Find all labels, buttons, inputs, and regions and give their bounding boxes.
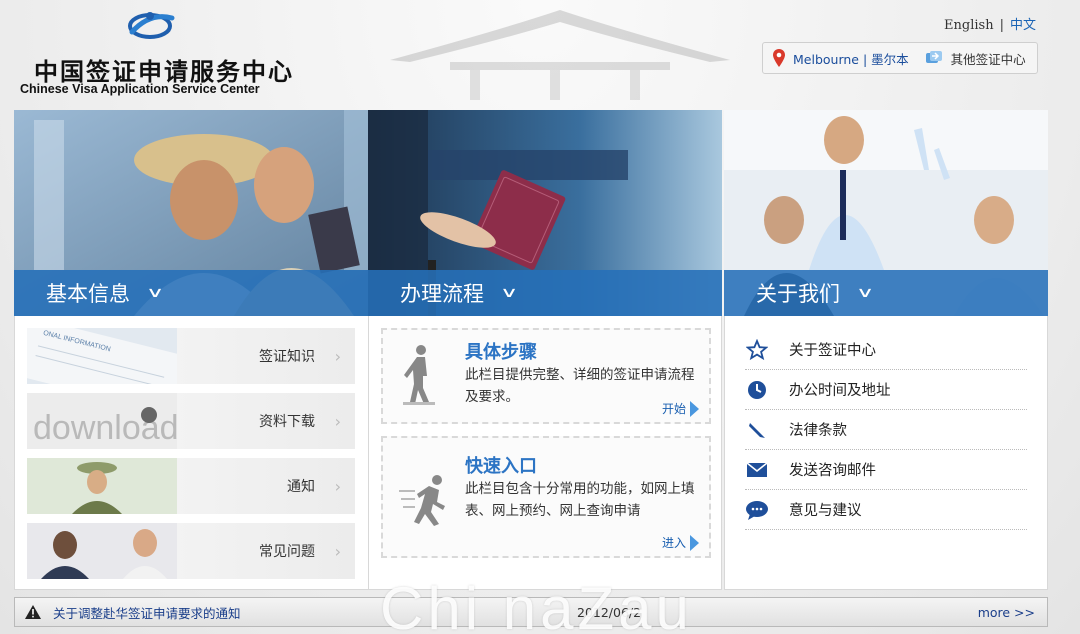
send-inquiry-link[interactable]: 发送咨询邮件 <box>745 450 1027 490</box>
notice-date: 2012/06/2 <box>577 604 642 620</box>
logo-english-title: Chinese Visa Application Service Center <box>20 82 260 96</box>
feedback-link[interactable]: 意见与建议 <box>745 490 1027 530</box>
faq-thumbnail <box>27 523 177 579</box>
basic-info-body: ONAL INFORMATION 签证知识 › download 资料下载 › <box>14 316 396 590</box>
basic-info-header[interactable]: 基本信息 ∨ <box>14 270 396 316</box>
chevron-right-icon: › <box>334 476 341 496</box>
business-team-photo: 关于我们 ∨ <box>724 110 1048 316</box>
about-header[interactable]: 关于我们 ∨ <box>724 270 1048 316</box>
downloads-label: 资料下载 <box>259 414 315 430</box>
process-header[interactable]: 办理流程 ∨ <box>368 270 722 316</box>
airport-passport-photo: 办理流程 ∨ <box>368 110 722 316</box>
notice-bar: 关于调整赴华签证申请要求的通知 2012/06/2 more >> <box>14 597 1048 627</box>
chevron-down-icon: ∨ <box>855 285 875 301</box>
page-header: 中国签证申请服务中心 Chinese Visa Application Serv… <box>0 0 1080 110</box>
faq-item[interactable]: 常见问题 › <box>27 523 355 579</box>
basic-info-column: 基本信息 ∨ ONAL INFORMATION 签证知识 › download … <box>14 110 396 590</box>
feedback-label: 意见与建议 <box>789 503 862 519</box>
downloads-item[interactable]: download 资料下载 › <box>27 393 355 449</box>
star-icon <box>745 338 769 361</box>
warning-icon <box>25 605 41 619</box>
process-title: 办理流程 <box>400 282 484 306</box>
site-logo[interactable]: 中国签证申请服务中心 Chinese Visa Application Serv… <box>20 6 292 102</box>
more-notices-link[interactable]: more >> <box>978 605 1035 620</box>
basic-info-title: 基本信息 <box>46 282 130 306</box>
chevron-right-icon: › <box>334 411 341 431</box>
quick-access-enter-label: 进入 <box>661 536 686 550</box>
play-arrow-icon <box>690 534 699 551</box>
about-column: 关于我们 ∨ 关于签证中心 办公时间及地址 法律条款 发送咨询邮件 意见与建议 <box>724 110 1048 590</box>
speech-bubble-icon <box>745 499 769 521</box>
notices-item[interactable]: 通知 › <box>27 458 355 514</box>
quick-access-title: 快速入口 <box>465 456 537 477</box>
chevron-down-icon: ∨ <box>499 285 519 301</box>
chevron-right-icon: › <box>334 541 341 561</box>
about-title: 关于我们 <box>756 282 840 306</box>
map-pin-icon <box>773 49 785 67</box>
running-person-icon <box>399 475 445 526</box>
steps-title: 具体步骤 <box>465 342 537 363</box>
envelope-icon <box>745 459 769 481</box>
about-center-label: 关于签证中心 <box>789 343 876 359</box>
pen-icon <box>745 419 769 441</box>
legal-terms-link[interactable]: 法律条款 <box>745 410 1027 450</box>
faq-label: 常见问题 <box>259 544 315 560</box>
quick-access-enter-link[interactable]: 进入 <box>662 534 699 551</box>
steps-start-label: 开始 <box>661 402 686 416</box>
process-column: 办理流程 ∨ 具体步骤 此栏目提供完整、详细的签证申请流程及要求。 开始 快速入… <box>368 110 722 590</box>
logo-swoosh-icon <box>128 12 175 39</box>
steps-card[interactable]: 具体步骤 此栏目提供完整、详细的签证申请流程及要求。 开始 <box>381 328 711 424</box>
about-center-link[interactable]: 关于签证中心 <box>745 330 1027 370</box>
quick-access-card[interactable]: 快速入口 此栏目包含十分常用的功能，如网上填表、网上预约、网上查询申请 进入 <box>381 436 711 558</box>
lang-english-link[interactable]: English <box>944 18 994 33</box>
play-arrow-icon <box>690 400 699 417</box>
notice-link[interactable]: 关于调整赴华签证申请要求的通知 <box>53 603 241 622</box>
visa-form-thumbnail: ONAL INFORMATION <box>27 328 177 384</box>
traveler-thumbnail <box>27 458 177 514</box>
steps-start-link[interactable]: 开始 <box>662 400 699 417</box>
other-centers-link[interactable]: 其他签证中心 <box>951 49 1026 68</box>
send-inquiry-label: 发送咨询邮件 <box>789 463 876 479</box>
quick-access-description: 此栏目包含十分常用的功能，如网上填表、网上预约、网上查询申请 <box>465 481 695 519</box>
swap-center-icon <box>925 51 942 63</box>
current-location-link[interactable]: Melbourne | 墨尔本 <box>793 49 909 68</box>
chevron-right-icon: › <box>334 346 341 366</box>
office-hours-link[interactable]: 办公时间及地址 <box>745 370 1027 410</box>
about-body: 关于签证中心 办公时间及地址 法律条款 发送咨询邮件 意见与建议 <box>724 316 1048 590</box>
walking-person-icon <box>403 345 435 405</box>
couple-photo: 基本信息 ∨ <box>14 110 396 316</box>
visa-knowledge-label: 签证知识 <box>259 349 315 365</box>
office-hours-label: 办公时间及地址 <box>789 383 891 399</box>
process-body: 具体步骤 此栏目提供完整、详细的签证申请流程及要求。 开始 快速入口 此栏目包含… <box>368 316 722 590</box>
clock-icon <box>745 379 769 401</box>
chevron-down-icon: ∨ <box>145 285 165 301</box>
location-selector: Melbourne | 墨尔本 其他签证中心 <box>762 42 1038 74</box>
download-thumbnail: download <box>27 393 177 449</box>
language-switcher: English | 中文 <box>944 14 1036 33</box>
visa-knowledge-item[interactable]: ONAL INFORMATION 签证知识 › <box>27 328 355 384</box>
temple-roof-decoration <box>390 10 730 100</box>
legal-terms-label: 法律条款 <box>789 423 847 439</box>
lang-separator: | <box>999 18 1004 33</box>
notices-label: 通知 <box>287 479 315 495</box>
lang-chinese-link[interactable]: 中文 <box>1010 18 1036 33</box>
